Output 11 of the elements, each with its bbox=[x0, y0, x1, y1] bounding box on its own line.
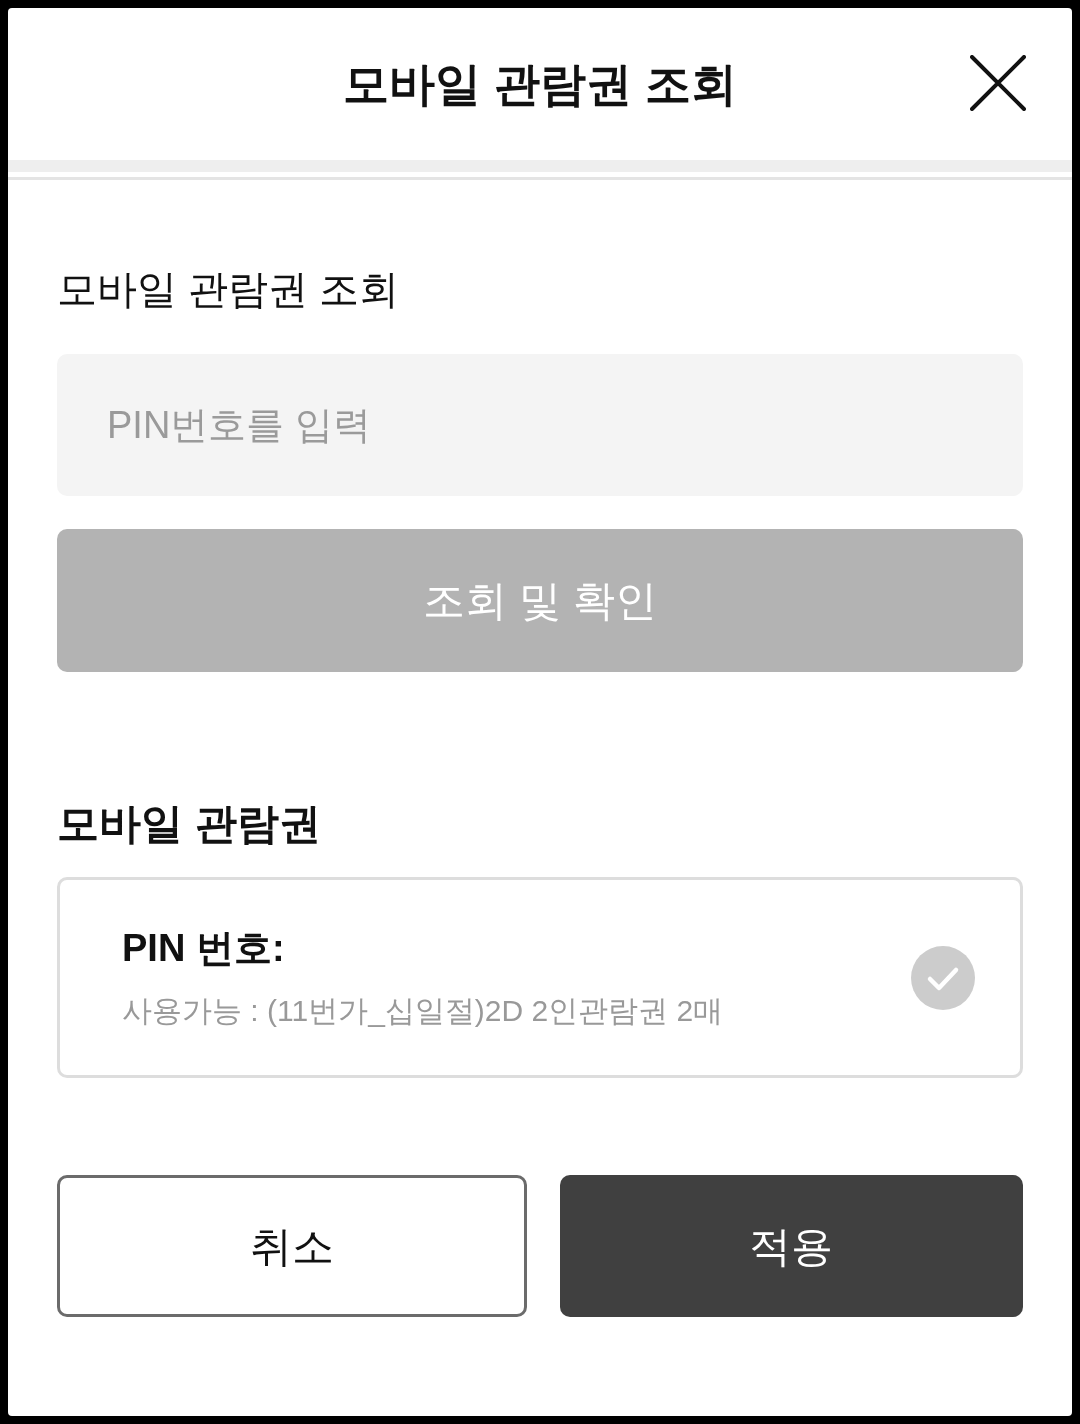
cancel-button[interactable]: 취소 bbox=[57, 1175, 527, 1317]
ticket-status: 사용가능 : (11번가_십일절)2D 2인관람권 2매 bbox=[122, 992, 724, 1029]
ticket-card[interactable]: PIN 번호: 사용가능 : (11번가_십일절)2D 2인관람권 2매 bbox=[57, 877, 1023, 1078]
dialog-title: 모바일 관람권 조회 bbox=[343, 57, 737, 112]
pin-label: PIN 번호: bbox=[122, 925, 285, 971]
close-icon[interactable] bbox=[970, 55, 1026, 111]
section-label: 모바일 관람권 조회 bbox=[57, 266, 400, 313]
apply-button[interactable]: 적용 bbox=[559, 1175, 1023, 1317]
section-heading: 모바일 관람권 bbox=[57, 800, 321, 848]
pin-input-field[interactable]: PIN번호를 입력 bbox=[57, 354, 1023, 496]
check-circle-icon[interactable] bbox=[911, 945, 975, 1010]
